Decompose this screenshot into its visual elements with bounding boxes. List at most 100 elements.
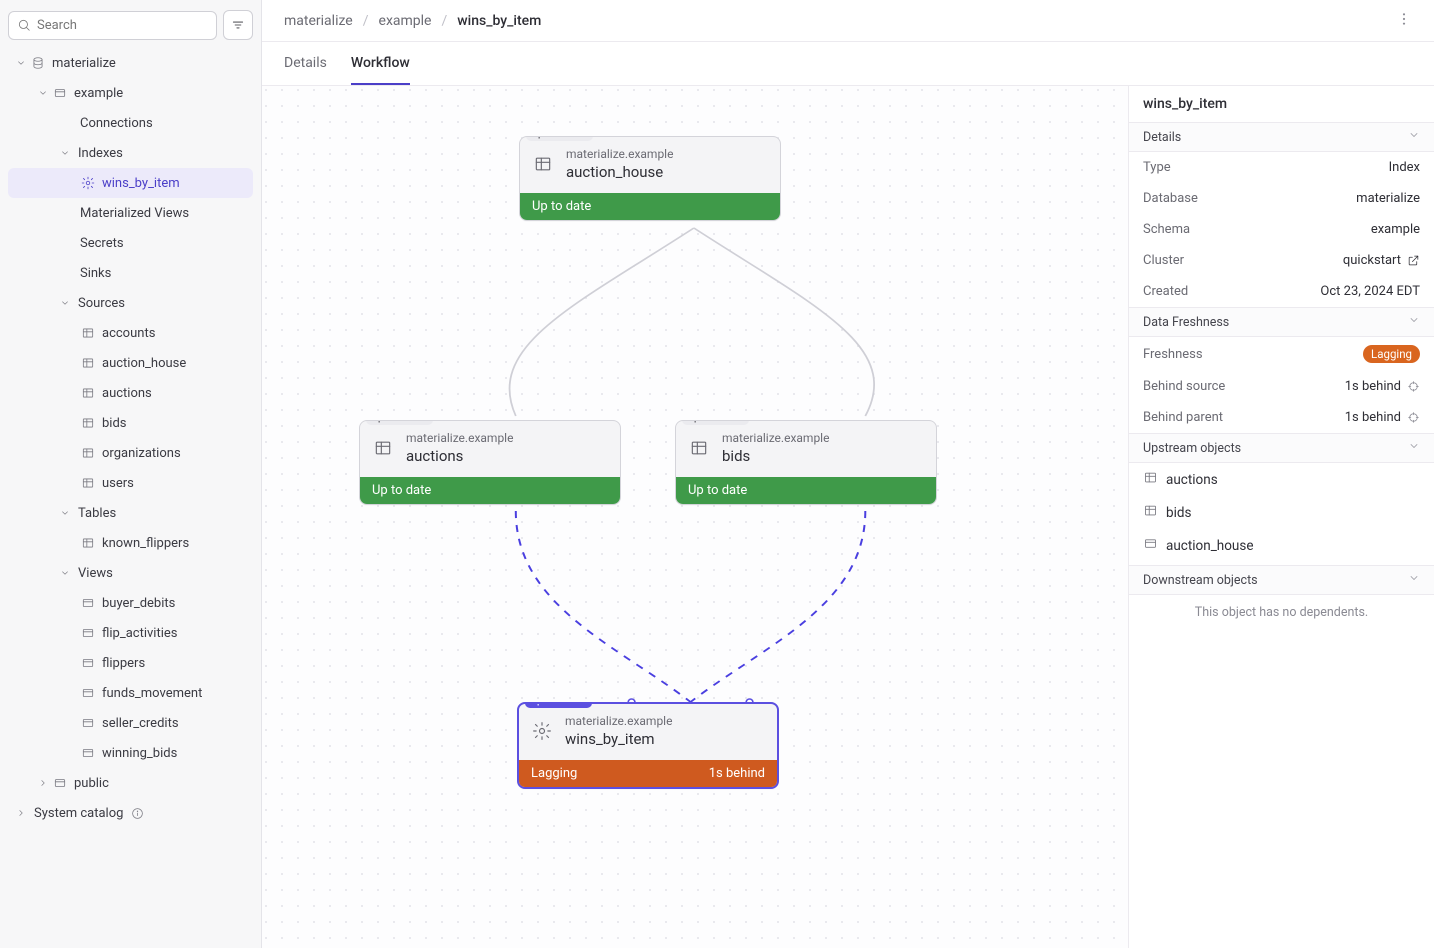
section-label: Data Freshness	[1143, 315, 1229, 330]
node-name: auctions	[406, 447, 513, 465]
tree-group-sources[interactable]: Sources	[8, 288, 253, 318]
tree-source-bids[interactable]: bids	[8, 408, 253, 438]
table-icon	[81, 476, 95, 490]
filter-button[interactable]	[223, 10, 253, 40]
tree-label: bids	[102, 416, 127, 431]
panel-title: wins_by_item	[1129, 86, 1434, 123]
tree-label: wins_by_item	[102, 176, 180, 191]
table-icon	[81, 326, 95, 340]
status-text: Up to date	[532, 199, 591, 214]
crumb-sep: /	[363, 13, 369, 29]
view-icon	[81, 596, 95, 610]
breadcrumb: materialize / example / wins_by_item	[284, 13, 541, 29]
tree-index-wins-by-item[interactable]: wins_by_item	[8, 168, 253, 198]
tabbar: Details Workflow	[262, 42, 1434, 86]
tree-group-indexes[interactable]: Indexes	[8, 138, 253, 168]
tree-label: Sources	[78, 296, 125, 311]
table-icon	[1143, 503, 1158, 518]
tree-group-sinks[interactable]: Sinks	[8, 258, 253, 288]
tree-table-known-flippers[interactable]: known_flippers	[8, 528, 253, 558]
table-icon	[689, 438, 709, 458]
tree-label: public	[74, 776, 109, 791]
tree-source-auctions[interactable]: auctions	[8, 378, 253, 408]
table-icon	[81, 446, 95, 460]
tree-view-buyer-debits[interactable]: buyer_debits	[8, 588, 253, 618]
tree-view-winning-bids[interactable]: winning_bids	[8, 738, 253, 768]
tree-schema-example[interactable]: example	[8, 78, 253, 108]
node-bids[interactable]: quickstart materialize.example bids Up t…	[675, 420, 937, 505]
tree-source-organizations[interactable]: organizations	[8, 438, 253, 468]
tree-label: auctions	[102, 386, 152, 401]
node-wins-by-item[interactable]: quickstart materialize.example wins_by_i…	[517, 702, 779, 789]
tab-workflow[interactable]: Workflow	[351, 42, 410, 85]
target-icon[interactable]	[1407, 380, 1420, 393]
tree-source-users[interactable]: users	[8, 468, 253, 498]
external-link-icon[interactable]	[1407, 254, 1420, 267]
tree-group-views[interactable]: Views	[8, 558, 253, 588]
chevron-down-icon	[1408, 572, 1420, 584]
section-label: Details	[1143, 130, 1181, 145]
tree-view-flip-activities[interactable]: flip_activities	[8, 618, 253, 648]
upstream-bids[interactable]: bids	[1129, 496, 1434, 529]
tree-label: auction_house	[102, 356, 186, 371]
tree-label: funds_movement	[102, 686, 202, 701]
node-name: bids	[722, 447, 829, 465]
source-icon	[533, 154, 553, 174]
tab-details[interactable]: Details	[284, 42, 327, 85]
workflow-canvas[interactable]: quickstart materialize.example auction_h…	[262, 86, 1128, 948]
tree-group-connections[interactable]: Connections	[8, 108, 253, 138]
detail-type: TypeIndex	[1129, 152, 1434, 183]
section-downstream-header[interactable]: Downstream objects	[1129, 566, 1434, 595]
tree-label: Indexes	[78, 146, 123, 161]
tree-group-tables[interactable]: Tables	[8, 498, 253, 528]
tree-label: example	[74, 86, 123, 101]
chevron-down-icon	[38, 88, 48, 98]
cluster-link[interactable]: quickstart	[1343, 253, 1401, 268]
upstream-auctions[interactable]: auctions	[1129, 463, 1434, 496]
crumb-database[interactable]: materialize	[284, 13, 353, 29]
tree-view-seller-credits[interactable]: seller_credits	[8, 708, 253, 738]
chevron-right-icon	[16, 808, 26, 818]
crumb-schema[interactable]: example	[379, 13, 432, 29]
tree-label: known_flippers	[102, 536, 189, 551]
chevron-down-icon	[60, 298, 70, 308]
node-auction-house[interactable]: quickstart materialize.example auction_h…	[519, 136, 781, 221]
section-upstream-header[interactable]: Upstream objects	[1129, 434, 1434, 463]
tree-source-accounts[interactable]: accounts	[8, 318, 253, 348]
table-icon	[81, 536, 95, 550]
upstream-auction-house[interactable]: auction_house	[1129, 529, 1434, 566]
detail-created: CreatedOct 23, 2024 EDT	[1129, 276, 1434, 308]
crumb-object[interactable]: wins_by_item	[457, 13, 541, 29]
node-name: wins_by_item	[565, 730, 672, 748]
section-freshness-header[interactable]: Data Freshness	[1129, 308, 1434, 337]
node-path: materialize.example	[565, 714, 672, 728]
chevron-down-icon	[1408, 314, 1420, 326]
target-icon[interactable]	[1407, 411, 1420, 424]
tree-system-catalog[interactable]: System catalog	[8, 798, 253, 828]
tree-group-secrets[interactable]: Secrets	[8, 228, 253, 258]
tree-schema-public[interactable]: public	[8, 768, 253, 798]
tree-database-materialize[interactable]: materialize	[8, 48, 253, 78]
upstream-label: bids	[1166, 505, 1191, 521]
chevron-down-icon	[60, 508, 70, 518]
upstream-label: auction_house	[1166, 538, 1254, 554]
upstream-label: auctions	[1166, 472, 1218, 488]
behind-source-row: Behind source 1s behind	[1129, 371, 1434, 402]
tree-label: winning_bids	[102, 746, 177, 761]
section-details-header[interactable]: Details	[1129, 123, 1434, 152]
search-input[interactable]: Search	[8, 11, 217, 40]
info-icon	[131, 807, 144, 820]
tree-view-flippers[interactable]: flippers	[8, 648, 253, 678]
node-auctions[interactable]: quickstart materialize.example auctions …	[359, 420, 621, 505]
view-icon	[81, 686, 95, 700]
tree-label: Materialized Views	[80, 206, 189, 221]
tree-view-funds-movement[interactable]: funds_movement	[8, 678, 253, 708]
more-actions-button[interactable]	[1396, 11, 1412, 31]
chevron-down-icon	[60, 568, 70, 578]
crumb-sep: /	[441, 13, 447, 29]
tree-group-mat-views[interactable]: Materialized Views	[8, 198, 253, 228]
node-status: Lagging 1s behind	[519, 760, 777, 787]
schema-icon	[53, 776, 67, 790]
behind-source-value: 1s behind	[1345, 379, 1401, 394]
tree-source-auction-house[interactable]: auction_house	[8, 348, 253, 378]
